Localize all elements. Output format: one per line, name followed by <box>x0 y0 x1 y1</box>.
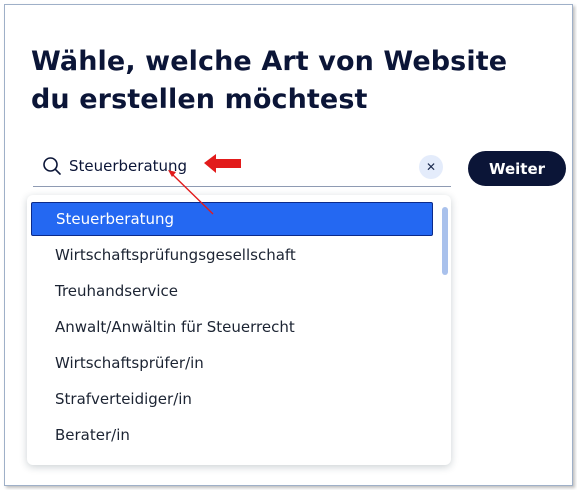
suggestion-option[interactable]: Berater/in <box>31 418 433 452</box>
clear-search-button[interactable]: ✕ <box>419 155 443 179</box>
suggestion-option[interactable]: Anwalt/Anwältin für Steuerrecht <box>31 310 433 344</box>
scrollbar-thumb[interactable] <box>442 207 448 275</box>
suggestion-option[interactable]: Wirtschaftsprüfer/in <box>31 346 433 380</box>
suggestion-option[interactable]: Treuhandservice <box>31 274 433 308</box>
page-frame: Wähle, welche Art von Website du erstell… <box>4 4 573 486</box>
suggestion-option[interactable]: Strafverteidiger/in <box>31 382 433 416</box>
suggestion-dropdown: Steuerberatung Wirtschaftsprüfungsgesell… <box>27 195 451 465</box>
dropdown-scrollbar[interactable] <box>441 203 449 459</box>
search-field[interactable]: ✕ <box>33 151 451 187</box>
next-button[interactable]: Weiter <box>468 151 566 186</box>
suggestion-option[interactable]: Wirtschaftsprüfungsgesellschaft <box>31 238 433 272</box>
page-title: Wähle, welche Art von Website du erstell… <box>31 46 508 115</box>
search-icon <box>43 157 61 175</box>
suggestion-option[interactable]: Steuerberatung <box>31 202 433 236</box>
search-input[interactable] <box>69 153 399 179</box>
